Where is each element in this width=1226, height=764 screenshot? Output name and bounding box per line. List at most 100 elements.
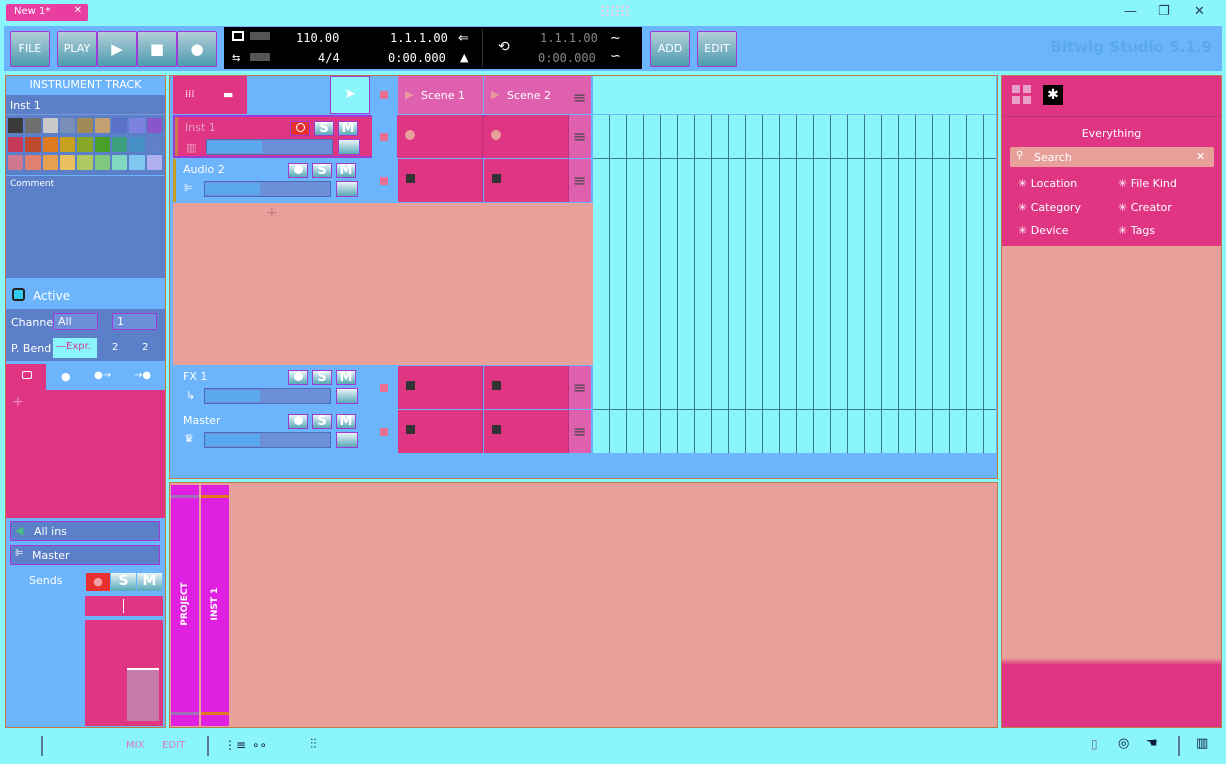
color-swatch[interactable] [111, 118, 128, 133]
info-icon[interactable]: ● [61, 370, 71, 383]
color-swatch[interactable] [42, 136, 58, 152]
filter-device[interactable]: ✳ Device [1018, 224, 1068, 237]
color-swatch[interactable] [94, 155, 110, 171]
color-swatch[interactable] [59, 136, 76, 152]
color-swatch[interactable] [111, 136, 128, 152]
color-swatch[interactable] [25, 136, 41, 152]
color-swatch[interactable] [77, 155, 93, 171]
clip-slot[interactable] [398, 115, 483, 158]
color-swatch[interactable] [59, 118, 76, 133]
track-stop-icon[interactable] [380, 384, 388, 392]
record-arm-button[interactable] [288, 163, 308, 178]
color-swatch[interactable] [8, 155, 24, 171]
clip-slot[interactable] [398, 410, 483, 453]
clip-slot[interactable] [398, 159, 483, 202]
scene-play-icon[interactable]: ▶ [491, 88, 499, 101]
track-menu-icon[interactable] [336, 388, 358, 404]
scene-1-header[interactable]: ▶ Scene 1 [398, 76, 483, 114]
color-swatch[interactable] [59, 155, 76, 171]
clip-slot[interactable] [484, 115, 569, 158]
position-time[interactable]: 0:00.000 [388, 51, 446, 65]
solo-button[interactable]: S [312, 414, 332, 429]
mute-button[interactable]: M [336, 414, 356, 429]
color-swatch[interactable] [42, 118, 58, 133]
mute-button[interactable]: M [137, 573, 162, 591]
color-swatch[interactable] [42, 155, 58, 171]
record-arm-button[interactable]: ● [86, 573, 110, 591]
color-swatch[interactable] [129, 155, 145, 171]
grid-view-icon[interactable]: ⁞⁞⁞ [185, 89, 195, 100]
record-icon[interactable]: ● [177, 31, 217, 67]
add-device-icon[interactable]: + [12, 394, 24, 410]
mute-button[interactable]: M [338, 121, 358, 136]
scene-menu-icon[interactable] [569, 76, 591, 114]
filter-category[interactable]: ✳ Category [1018, 201, 1081, 214]
filter-file-kind[interactable]: ✳ File Kind [1118, 177, 1177, 190]
clear-search-icon[interactable]: ✕ [1196, 150, 1205, 163]
track-menu-icon[interactable] [569, 115, 591, 158]
solo-button[interactable]: S [312, 370, 332, 385]
active-toggle-icon[interactable] [12, 288, 25, 301]
filter-location[interactable]: ✳ Location [1018, 177, 1077, 190]
mixer-icon[interactable]: ⫶⫶ [310, 737, 317, 752]
file-button[interactable]: FILE [10, 31, 50, 67]
track-stop-icon[interactable] [380, 428, 388, 436]
track-menu-icon[interactable] [569, 159, 591, 202]
clip-slot[interactable] [484, 366, 569, 409]
record-arm-button[interactable] [288, 370, 308, 385]
out-routing-icon[interactable]: →● [134, 370, 151, 381]
track-stop-icon[interactable] [380, 177, 388, 185]
stop-icon[interactable]: ■ [137, 31, 177, 67]
filter-tags[interactable]: ✳ Tags [1118, 224, 1155, 237]
close-window-icon[interactable]: ✕ [1194, 4, 1205, 19]
track-menu-icon[interactable] [338, 139, 360, 155]
color-swatch[interactable] [146, 118, 162, 133]
clip-slot[interactable] [484, 159, 569, 202]
tempo-value[interactable]: 110.00 [296, 31, 339, 45]
arrangement-grid[interactable] [593, 115, 996, 453]
automation-icon[interactable]: ∼ [610, 31, 621, 46]
color-swatch[interactable] [8, 118, 24, 133]
track-volume[interactable] [204, 181, 331, 197]
pbend-down[interactable]: 2 [112, 342, 118, 353]
solo-button[interactable]: S [111, 573, 136, 591]
color-swatch[interactable] [77, 118, 93, 133]
color-swatch[interactable] [77, 136, 93, 152]
input-routing[interactable] [10, 521, 160, 541]
color-swatch[interactable] [94, 118, 110, 133]
mix-tab[interactable]: MIX [126, 740, 144, 751]
track-menu-icon[interactable] [336, 432, 358, 448]
color-swatch[interactable] [129, 118, 145, 133]
solo-button[interactable]: S [314, 121, 334, 136]
keyboard-icon[interactable]: ▥ [1196, 736, 1208, 751]
metronome-icon[interactable]: ▲ [460, 51, 468, 64]
time-signature[interactable]: 4/4 [318, 51, 340, 65]
track-menu-icon[interactable] [336, 181, 358, 197]
edit-tab[interactable]: EDIT [162, 740, 185, 751]
minimize-icon[interactable]: — [1124, 4, 1137, 19]
add-button[interactable]: ADD [650, 31, 690, 67]
color-swatches[interactable] [8, 118, 162, 172]
track-menu-icon[interactable] [569, 366, 591, 409]
scene-play-icon[interactable]: ▶ [405, 88, 413, 101]
pan-knob[interactable] [85, 596, 163, 616]
pbend-expression[interactable]: —Expr. [53, 338, 97, 358]
track-name-field[interactable]: Inst 1 [10, 99, 41, 112]
loop-icon[interactable]: ⟲ [498, 39, 510, 55]
track-volume[interactable] [204, 432, 331, 448]
color-swatch[interactable] [146, 136, 162, 152]
hand-icon[interactable]: ☚ [1146, 736, 1158, 751]
track-stop-icon[interactable] [380, 133, 388, 141]
pbend-up[interactable]: 2 [142, 342, 148, 353]
in-routing-icon[interactable]: ●→ [94, 370, 111, 381]
channel-number[interactable]: 1 [112, 313, 157, 330]
close-tab-icon[interactable]: ✕ [74, 5, 82, 16]
remote-icon[interactable]: ◎ [1118, 736, 1129, 751]
track-menu-icon[interactable] [569, 410, 591, 453]
loop-time[interactable]: 0:00.000 [538, 51, 596, 65]
mute-button[interactable]: M [336, 163, 356, 178]
list-view-icon[interactable]: ▬ [223, 88, 233, 101]
stop-all-icon[interactable] [380, 91, 388, 99]
solo-button[interactable]: S [312, 163, 332, 178]
record-arm-button[interactable] [288, 414, 308, 429]
